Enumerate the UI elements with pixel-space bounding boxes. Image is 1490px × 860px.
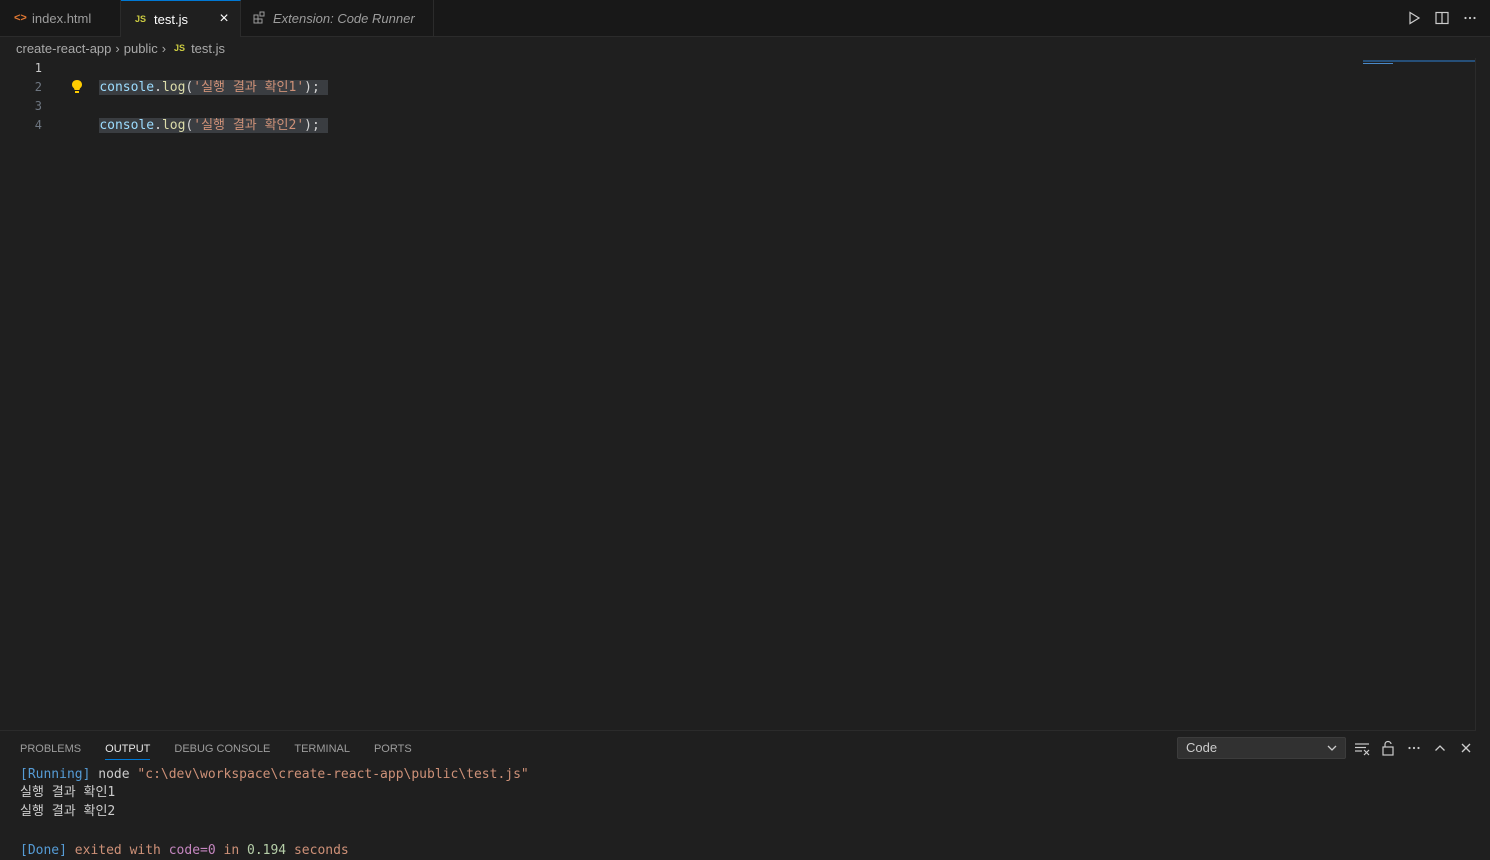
tab-problems[interactable]: PROBLEMS <box>20 743 81 755</box>
output-line: 실행 결과 확인1 <box>20 785 116 800</box>
running-tag: [Running] <box>20 767 91 782</box>
more-actions-icon[interactable] <box>1462 10 1478 26</box>
tab-terminal[interactable]: TERMINAL <box>294 743 350 755</box>
output-channel-value: Code <box>1186 740 1218 755</box>
bottom-panel: PROBLEMS OUTPUT DEBUG CONSOLE TERMINAL P… <box>0 730 1476 860</box>
output-text: node <box>90 767 138 782</box>
code-token: '실행 결과 확인2' <box>193 118 305 133</box>
output-line: 실행 결과 확인2 <box>20 804 116 819</box>
selection-highlight: console.log('실행 결과 확인2'); <box>99 118 328 133</box>
line-number: 3 <box>34 99 42 113</box>
code-line[interactable]: console.log('실행 결과 확인1'); <box>68 59 328 95</box>
minimap-slider[interactable] <box>1363 63 1393 64</box>
selection-highlight: console.log('실행 결과 확인1'); <box>99 80 328 95</box>
code-editor[interactable]: 1 2 3 4 console.log('실행 결과 확인1'); consol… <box>0 58 1476 729</box>
tab-label: test.js <box>154 11 188 27</box>
chevron-down-icon <box>1327 745 1337 751</box>
output-channel-select[interactable]: Code <box>1177 737 1346 759</box>
lightbulb-icon[interactable] <box>70 79 84 95</box>
code-token: . <box>154 80 162 95</box>
tab-extension-code-runner[interactable]: Extension: Code Runner <box>241 0 434 36</box>
panel-tabs: PROBLEMS OUTPUT DEBUG CONSOLE TERMINAL P… <box>20 731 412 766</box>
chevron-right-icon: › <box>115 40 120 56</box>
exit-code: code=0 <box>168 843 216 858</box>
breadcrumb-item[interactable]: test.js <box>191 41 225 56</box>
editor-tab-bar: <> index.html JS test.js × Extension: Co… <box>0 0 1490 37</box>
elapsed-seconds: 0.194 <box>247 843 287 858</box>
output-text: exited with <box>66 843 169 858</box>
line-number: 2 <box>34 80 42 94</box>
breadcrumb-item[interactable]: public <box>124 41 158 56</box>
panel-actions <box>1354 737 1474 759</box>
vertical-scrollbar[interactable] <box>1475 58 1490 859</box>
split-editor-icon[interactable] <box>1434 10 1450 26</box>
chevron-right-icon: › <box>161 40 167 56</box>
editor-actions <box>1406 0 1478 36</box>
breadcrumb-item[interactable]: create-react-app <box>16 41 111 56</box>
output-text: seconds <box>286 843 349 858</box>
code-token: log <box>161 118 186 133</box>
line-number: 1 <box>34 61 42 75</box>
tab-index-html[interactable]: <> index.html <box>0 0 121 36</box>
output-path: "c:\dev\workspace\create-react-app\publi… <box>137 767 529 782</box>
js-icon: JS <box>135 14 147 24</box>
tab-ports[interactable]: PORTS <box>374 743 412 755</box>
output-line: [Running] node "c:\dev\workspace\create-… <box>20 765 529 784</box>
code-token: log <box>161 80 186 95</box>
close-icon[interactable]: × <box>216 11 232 27</box>
close-panel-icon[interactable] <box>1458 740 1474 756</box>
output-line: [Done] exited with code=0 in 0.194 secon… <box>20 841 349 860</box>
extension-icon <box>253 11 265 24</box>
code-line[interactable]: console.log('실행 결과 확인2'); <box>68 97 328 133</box>
tab-output[interactable]: OUTPUT <box>105 743 151 760</box>
clear-output-icon[interactable] <box>1354 740 1370 756</box>
minimap-selection <box>1363 60 1475 62</box>
output-text: in <box>215 843 247 858</box>
maximize-panel-icon[interactable] <box>1432 740 1448 756</box>
breadcrumb: create-react-app › public › JS test.js <box>16 38 225 58</box>
run-icon[interactable] <box>1406 10 1422 26</box>
code-token: . <box>154 118 162 133</box>
code-token: console <box>99 80 155 95</box>
tab-label: index.html <box>32 10 92 26</box>
more-actions-icon[interactable] <box>1406 740 1422 756</box>
code-token: ); <box>304 118 320 133</box>
html-icon: <> <box>14 12 27 24</box>
done-tag: [Done] <box>20 843 67 858</box>
code-token: ); <box>304 80 320 95</box>
tab-label: Extension: Code Runner <box>273 10 415 26</box>
code-token: '실행 결과 확인1' <box>193 80 305 95</box>
code-token: console <box>99 118 155 133</box>
tab-test-js[interactable]: JS test.js × <box>121 0 241 37</box>
lock-icon[interactable] <box>1380 740 1396 756</box>
line-number: 4 <box>34 118 42 132</box>
tab-debug-console[interactable]: DEBUG CONSOLE <box>174 743 270 755</box>
js-icon: JS <box>174 43 186 53</box>
